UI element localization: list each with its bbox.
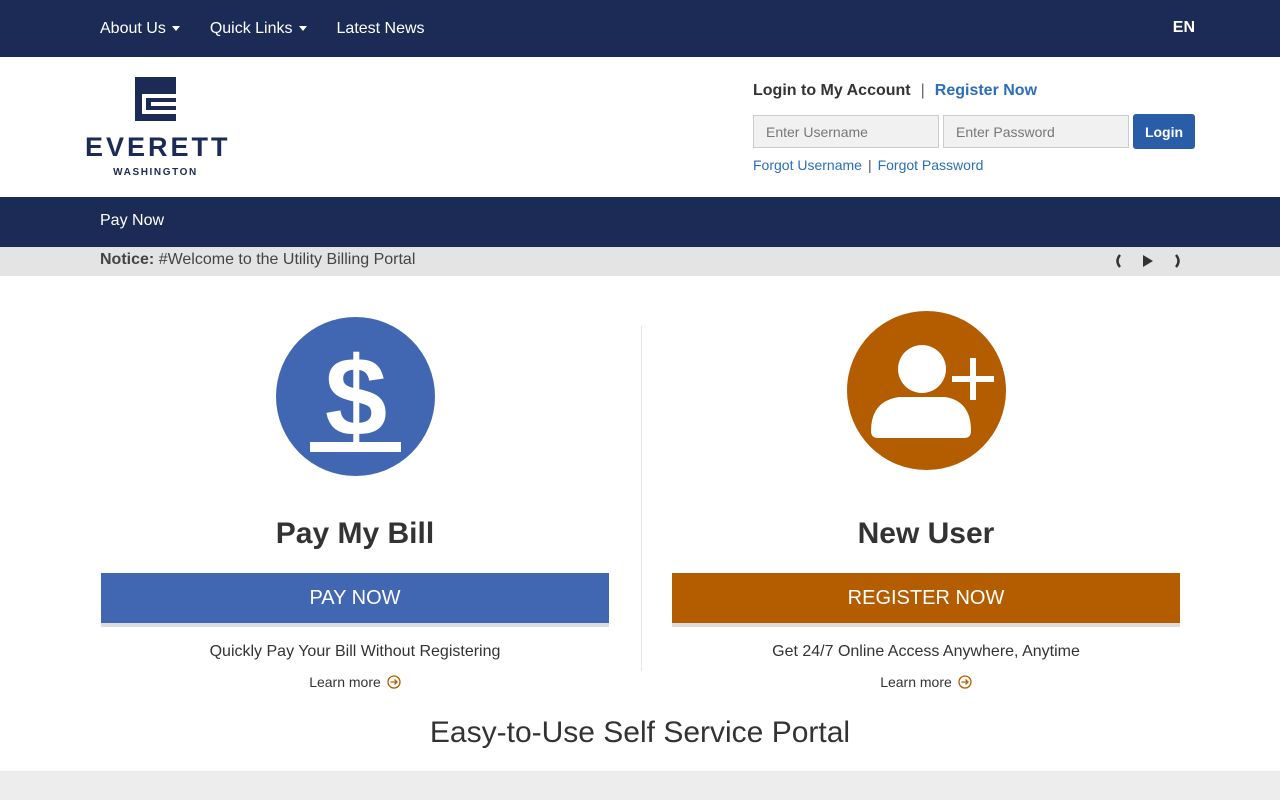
pay-learn-more-link[interactable]: Learn more	[101, 674, 609, 690]
column-divider	[641, 326, 642, 671]
register-now-link[interactable]: Register Now	[935, 82, 1037, 100]
logo-wordmark: EVERETT	[85, 132, 231, 162]
top-navbar: About Us Quick Links Latest News EN	[0, 0, 1280, 57]
username-input[interactable]: Enter Username	[753, 115, 939, 148]
nav-about-us-label: About Us	[100, 19, 166, 37]
chevron-down-icon	[171, 26, 180, 31]
arrow-circle-right-icon	[387, 675, 401, 689]
notice-text: Notice: #Welcome to the Utility Billing …	[100, 251, 415, 269]
logo-mark-icon	[135, 77, 176, 121]
notice-bar: Notice: #Welcome to the Utility Billing …	[0, 247, 1280, 276]
new-user-learn-more-label: Learn more	[880, 674, 952, 690]
forgot-password-link[interactable]: Forgot Password	[878, 157, 984, 173]
next-icon[interactable]	[1163, 253, 1193, 269]
header: EVERETT WASHINGTON Login to My Account |…	[0, 57, 1280, 197]
login-form: Enter Username Enter Password Login	[753, 114, 1195, 149]
nav-pay-now[interactable]: Pay Now	[100, 212, 164, 230]
login-separator: |	[920, 82, 925, 99]
nav-about-us[interactable]: About Us	[100, 20, 180, 38]
forgot-username-link[interactable]: Forgot Username	[753, 157, 862, 173]
login-panel: Login to My Account | Register Now Enter…	[753, 81, 1195, 173]
login-title: Login to My Account	[753, 82, 911, 99]
notice-message[interactable]: #Welcome to the Utility Billing Portal	[159, 251, 416, 268]
add-user-icon[interactable]	[847, 311, 1006, 470]
everett-logo[interactable]: EVERETT WASHINGTON	[85, 77, 230, 181]
prev-icon[interactable]	[1103, 253, 1133, 269]
portal-tagline: Easy-to-Use Self Service Portal	[429, 716, 851, 749]
top-nav-menu: About Us Quick Links Latest News	[100, 0, 455, 57]
login-title-row: Login to My Account | Register Now	[753, 81, 1195, 101]
forgot-links: Forgot Username | Forgot Password	[753, 157, 983, 173]
login-button[interactable]: Login	[1133, 114, 1195, 149]
svg-text:$: $	[325, 334, 387, 459]
nav-latest-news-label: Latest News	[336, 19, 425, 37]
new-user-learn-more-link[interactable]: Learn more	[672, 674, 1180, 690]
chevron-down-icon	[298, 26, 307, 31]
notice-controls	[1103, 253, 1193, 269]
main-content: $ Pay My Bill PAY NOW Quickly Pay Your B…	[0, 276, 1280, 771]
register-now-button[interactable]: REGISTER NOW	[672, 573, 1180, 623]
pay-learn-more-label: Learn more	[309, 674, 381, 690]
nav-quick-links-label: Quick Links	[209, 19, 293, 37]
password-input[interactable]: Enter Password	[943, 115, 1129, 148]
dollar-icon[interactable]: $	[276, 317, 435, 476]
pay-bill-title: Pay My Bill	[275, 517, 435, 550]
pay-bill-description: Quickly Pay Your Bill Without Registerin…	[209, 643, 501, 660]
nav-quick-links[interactable]: Quick Links	[210, 20, 307, 38]
logo-subtitle: WASHINGTON	[113, 167, 198, 178]
notice-label: Notice:	[100, 251, 155, 268]
new-user-title: New User	[857, 517, 995, 550]
pay-now-button[interactable]: PAY NOW	[101, 573, 609, 623]
arrow-circle-right-icon	[958, 675, 972, 689]
forgot-separator: |	[867, 157, 872, 173]
nav-latest-news[interactable]: Latest News	[337, 20, 425, 38]
language-selector[interactable]: EN	[1173, 19, 1195, 37]
new-user-description: Get 24/7 Online Access Anywhere, Anytime	[772, 643, 1080, 660]
secondary-navbar: Pay Now	[0, 197, 1280, 247]
play-icon[interactable]	[1133, 253, 1163, 269]
